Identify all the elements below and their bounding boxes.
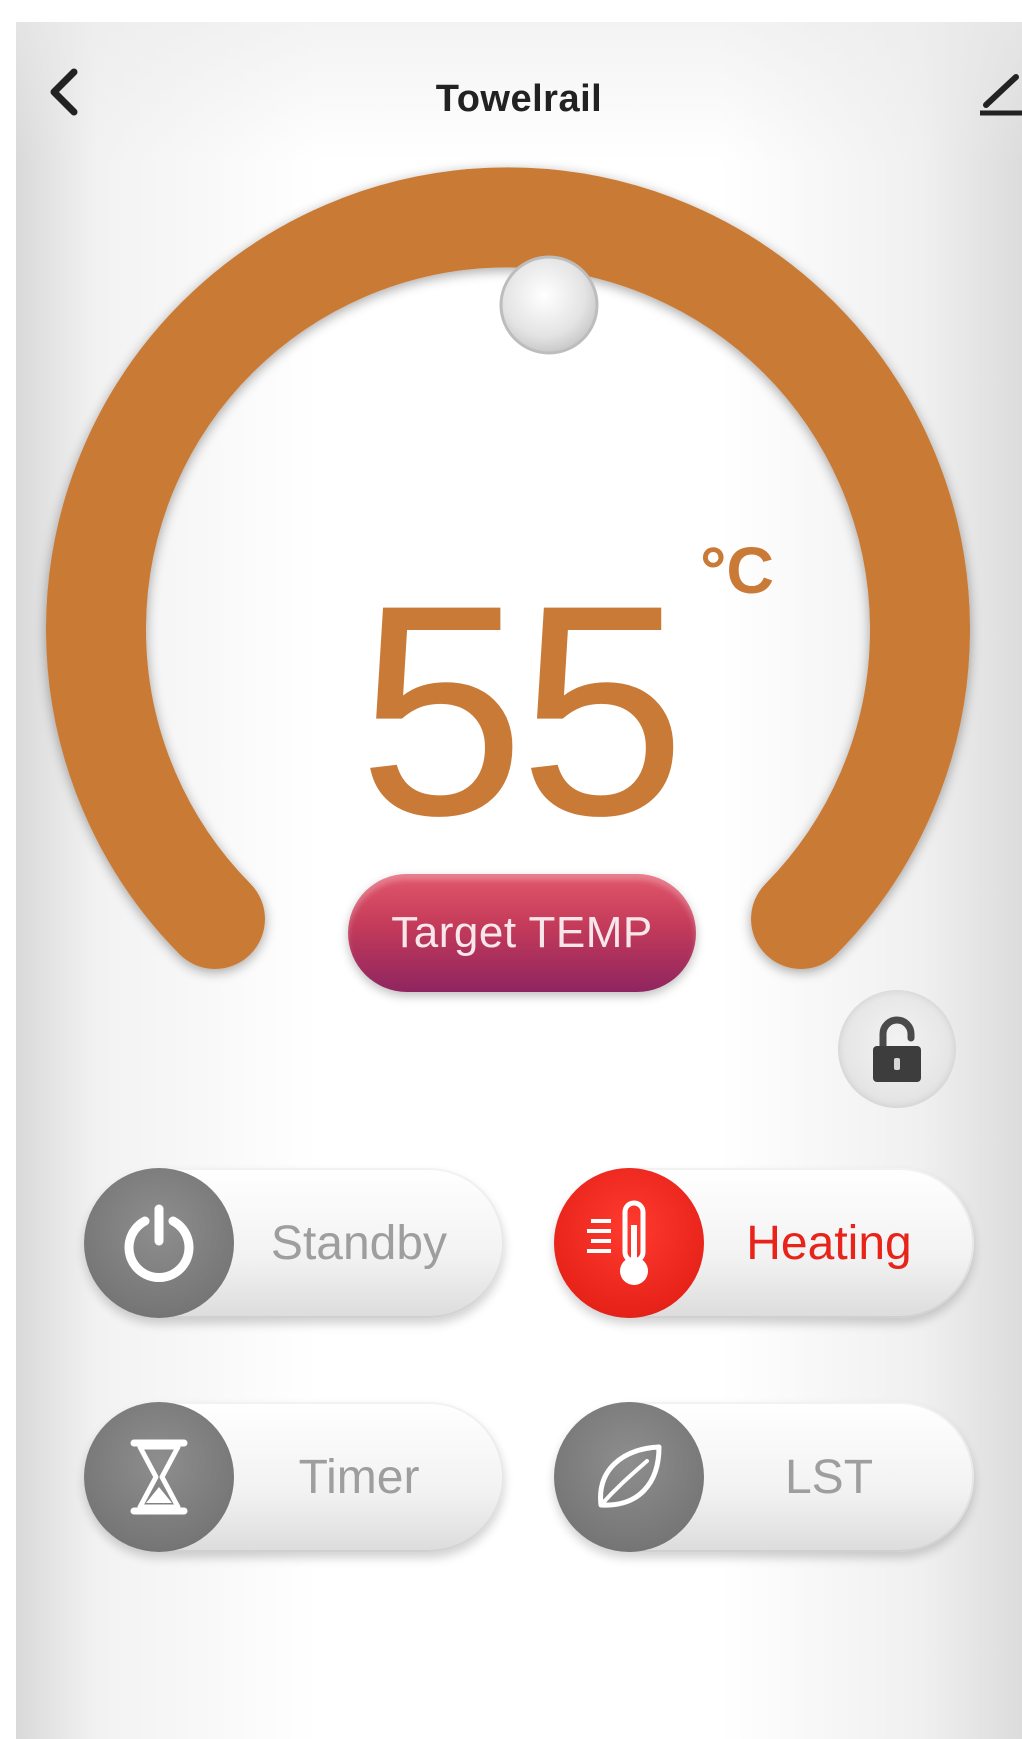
lst-label: LST [784,1450,874,1504]
thermostat-screen: Towelrail 55 °C Target TEMP Standby Heat… [16,22,1022,1739]
heating-icon-circle [554,1168,704,1318]
leaf-icon [598,1444,662,1508]
power-icon [124,1204,194,1282]
lst-icon-circle [554,1402,704,1552]
timer-label: Timer [298,1450,420,1504]
lock-button[interactable] [838,990,956,1108]
heating-button[interactable]: Heating [554,1168,974,1318]
target-temp-button[interactable]: Target TEMP [348,874,696,992]
temperature-value: 55 [358,542,686,878]
standby-label: Standby [270,1216,448,1270]
timer-button[interactable]: Timer [84,1402,504,1552]
standby-button[interactable]: Standby [84,1168,504,1318]
unlocked-padlock-icon [873,1016,921,1082]
temperature-unit: °C [700,533,775,607]
heating-label: Heating [746,1216,912,1270]
dial-knob[interactable] [499,255,599,355]
standby-icon-circle [84,1168,234,1318]
lst-button[interactable]: LST [554,1402,974,1552]
timer-icon-circle [84,1402,234,1552]
thermometer-icon [587,1200,648,1285]
hourglass-icon [130,1439,188,1515]
